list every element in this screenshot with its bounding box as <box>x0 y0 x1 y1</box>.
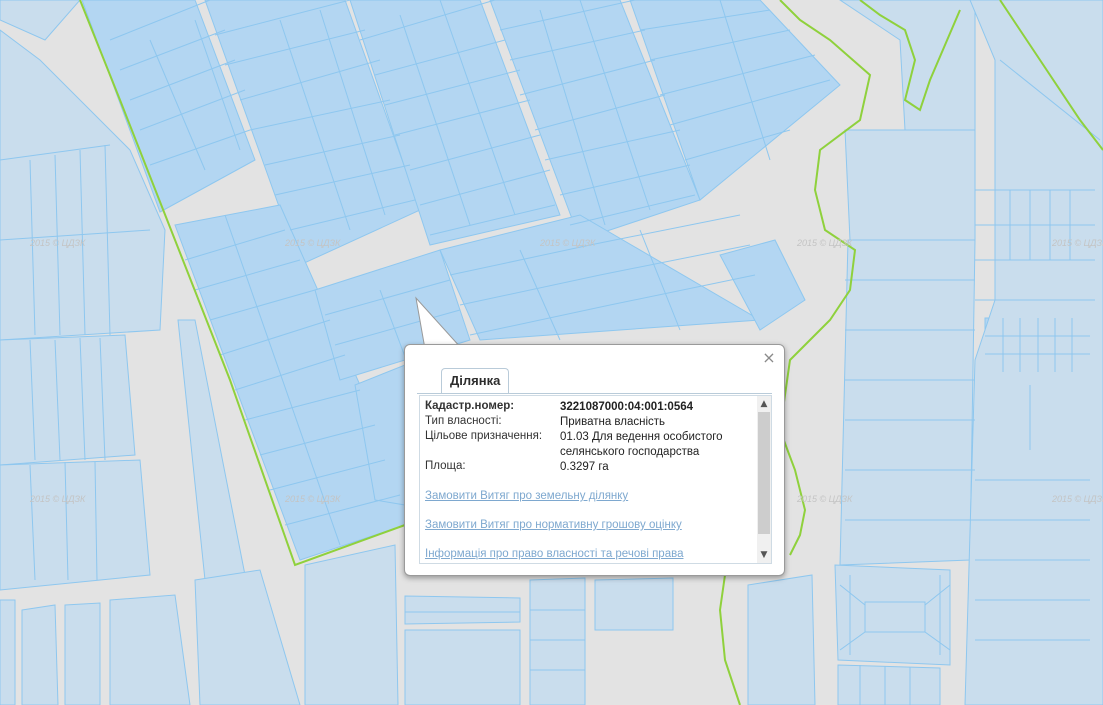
scrollbar-thumb[interactable] <box>758 412 770 534</box>
area-value: 0.3297 га <box>560 461 609 473</box>
purpose-value: 01.03 Для ведення особистого селянського… <box>560 431 723 458</box>
watermark: 2015 © ЦДЗК <box>539 238 596 248</box>
watermark: 2015 © ЦДЗК <box>1051 238 1103 248</box>
ownership-type-value: Приватна власність <box>560 416 666 428</box>
watermark: 2015 © ЦДЗК <box>29 238 86 248</box>
watermark: 2015 © ЦДЗК <box>796 238 853 248</box>
cadastral-number-value: 3221087000:04:001:0564 <box>560 401 694 413</box>
watermark: 2015 © ЦДЗК <box>1051 494 1103 504</box>
parcel-details-panel: Кадастр.номер: 3221087000:04:001:0564 Ти… <box>419 395 772 564</box>
tab-parcel[interactable]: Ділянка <box>441 368 510 393</box>
field-label: Площа: <box>425 460 466 472</box>
scrollbar[interactable]: ▲ ▼ <box>757 396 771 563</box>
watermark: 2015 © ЦДЗК <box>796 494 853 504</box>
ownership-rights-info-link[interactable]: Інформація про право власності та речові… <box>425 548 683 560</box>
watermark: 2015 © ЦДЗК <box>29 494 86 504</box>
close-button[interactable]: × <box>762 350 776 366</box>
field-label: Кадастр.номер: <box>425 400 515 412</box>
order-parcel-extract-link[interactable]: Замовити Витяг про земельну ділянку <box>425 490 628 502</box>
scroll-down-icon[interactable]: ▼ <box>757 548 771 562</box>
field-label: Цільове призначення: <box>425 430 543 442</box>
order-valuation-extract-link[interactable]: Замовити Витяг про нормативну грошову оц… <box>425 519 682 531</box>
field-label: Тип власності: <box>425 415 502 427</box>
watermark: 2015 © ЦДЗК <box>284 494 341 504</box>
watermark: 2015 © ЦДЗК <box>284 238 341 248</box>
tab-divider <box>417 393 772 394</box>
scroll-up-icon[interactable]: ▲ <box>757 397 771 411</box>
parcel-info-popup: × Ділянка Кадастр.номер: 3221087000:04:0… <box>404 344 785 576</box>
